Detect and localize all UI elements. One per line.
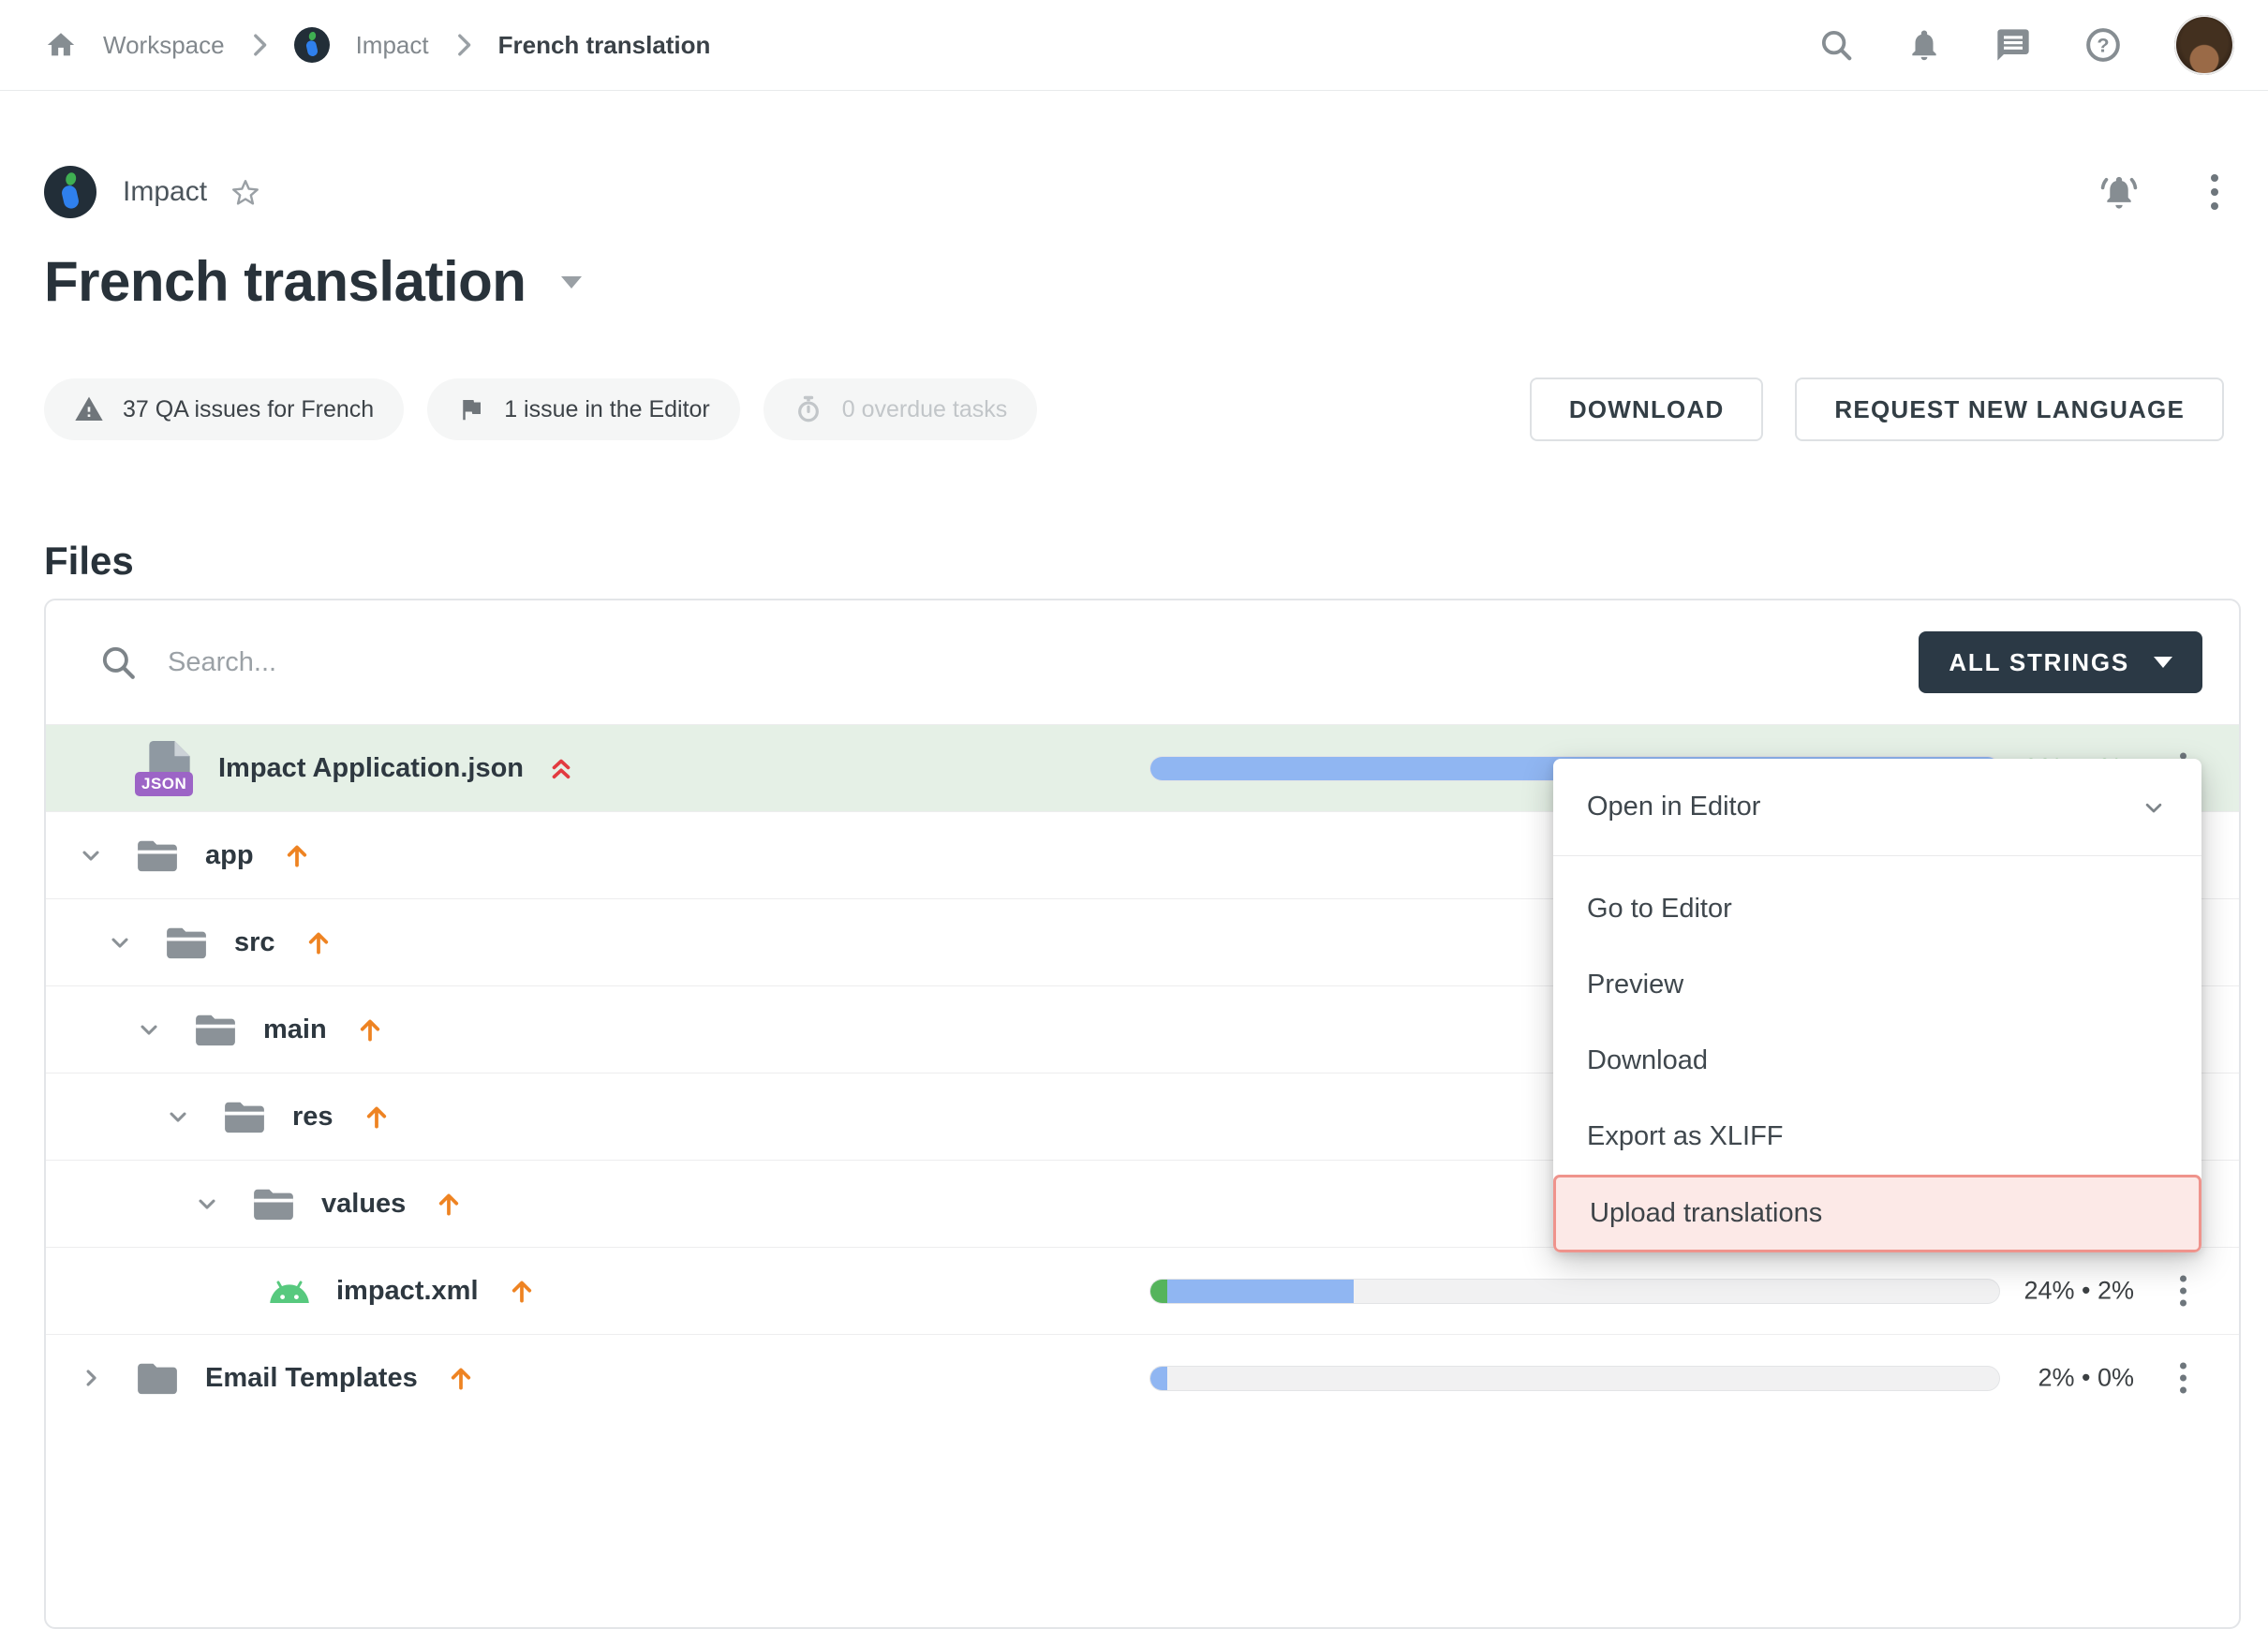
home-icon[interactable] [45, 29, 77, 61]
warning-icon [74, 394, 104, 424]
editor-issues-chip[interactable]: 1 issue in the Editor [427, 378, 740, 440]
chevron-down-icon[interactable] [107, 929, 133, 955]
upload-arrow-icon[interactable] [446, 1363, 476, 1393]
chevron-down-icon[interactable] [78, 842, 104, 868]
download-button[interactable]: DOWNLOAD [1530, 378, 1764, 441]
upload-arrow-icon[interactable] [355, 1014, 385, 1044]
svg-text:?: ? [2097, 34, 2109, 57]
folder-open-icon [136, 837, 179, 873]
folder-open-icon [223, 1099, 266, 1134]
editor-issues-label: 1 issue in the Editor [504, 396, 710, 423]
chevron-right-icon [455, 32, 472, 58]
upload-arrow-icon[interactable] [507, 1276, 537, 1306]
topbar: Workspace Impact French translation ? [0, 0, 2268, 91]
breadcrumb-project[interactable]: Impact [356, 31, 429, 60]
menu-item-export-as-xliff[interactable]: Export as XLIFF [1553, 1099, 2201, 1175]
project-logo [44, 166, 96, 218]
chevron-down-icon [2140, 793, 2168, 822]
folder-name[interactable]: values [321, 1189, 406, 1220]
search-icon [98, 643, 138, 682]
chevron-down-icon[interactable] [194, 1191, 220, 1217]
progress-bar [1149, 1279, 2000, 1304]
page-title: French translation [44, 246, 526, 318]
menu-item-go-to-editor[interactable]: Go to Editor [1553, 871, 2201, 947]
menu-item-preview[interactable]: Preview [1553, 947, 2201, 1023]
qa-issues-label: 37 QA issues for French [123, 396, 374, 423]
overdue-tasks-label: 0 overdue tasks [842, 396, 1008, 423]
help-icon[interactable]: ? [2084, 26, 2122, 64]
messages-icon[interactable] [1994, 26, 2032, 64]
file-name[interactable]: Impact Application.json [218, 753, 524, 784]
topbar-actions: ? [1818, 15, 2234, 75]
json-file-icon: JSON [143, 741, 192, 795]
chevron-down-icon[interactable] [165, 1103, 191, 1130]
search-icon[interactable] [1818, 27, 1854, 63]
breadcrumb: Workspace Impact French translation [45, 27, 710, 63]
table-row-impact-xml[interactable]: impact.xml 24% • 2% [46, 1247, 2239, 1334]
project-header: Impact French translation 37 QA issues f… [0, 166, 2268, 441]
row-kebab-menu[interactable] [2176, 1272, 2190, 1311]
files-toolbar: ALL STRINGS [46, 600, 2239, 724]
row-kebab-menu[interactable] [2176, 1359, 2190, 1398]
progress-bar [1149, 1366, 2000, 1391]
request-new-language-button[interactable]: REQUEST NEW LANGUAGE [1795, 378, 2224, 441]
folder-name[interactable]: src [234, 927, 275, 958]
chevron-right-icon[interactable] [78, 1365, 104, 1391]
upload-arrow-icon[interactable] [304, 927, 334, 957]
menu-item-label: Open in Editor [1587, 792, 1760, 822]
breadcrumb-workspace[interactable]: Workspace [103, 31, 225, 60]
notifications-bell-icon[interactable] [1906, 27, 1942, 63]
menu-item-open-in-editor[interactable]: Open in Editor [1553, 759, 2201, 856]
title-dropdown-caret[interactable] [561, 276, 582, 289]
upload-arrow-icon[interactable] [362, 1102, 392, 1132]
progress-label: 24% • 2% [2023, 1277, 2134, 1306]
project-kebab-menu[interactable] [2205, 169, 2224, 215]
folder-open-icon [165, 925, 208, 960]
overdue-tasks-chip[interactable]: 0 overdue tasks [763, 378, 1038, 440]
file-name[interactable]: impact.xml [336, 1276, 479, 1307]
chevron-down-icon[interactable] [136, 1016, 162, 1043]
qa-issues-chip[interactable]: 37 QA issues for French [44, 378, 404, 440]
folder-name[interactable]: res [292, 1102, 334, 1133]
project-notifications-bell-icon[interactable] [2098, 171, 2140, 213]
high-priority-icon [548, 754, 574, 782]
folder-name[interactable]: app [205, 840, 254, 871]
menu-item-upload-translations[interactable]: Upload translations [1553, 1175, 2201, 1252]
android-file-icon [267, 1275, 312, 1307]
flag-icon [457, 395, 485, 423]
stopwatch-icon [793, 394, 823, 424]
project-name: Impact [123, 176, 207, 208]
chevron-right-icon [251, 32, 268, 58]
upload-arrow-icon[interactable] [282, 840, 312, 870]
avatar[interactable] [2174, 15, 2234, 75]
status-chips: 37 QA issues for French 1 issue in the E… [44, 378, 1037, 440]
menu-list: Go to Editor Preview Download Export as … [1553, 856, 2201, 1252]
star-icon[interactable] [230, 176, 261, 208]
folder-icon [136, 1360, 179, 1396]
folder-name[interactable]: main [263, 1014, 327, 1045]
breadcrumb-current: French translation [498, 31, 711, 60]
upload-arrow-icon[interactable] [434, 1189, 464, 1219]
progress-label: 2% • 0% [2038, 1364, 2134, 1393]
json-badge: JSON [135, 772, 193, 796]
folder-name[interactable]: Email Templates [205, 1363, 418, 1394]
table-row-folder-email-templates[interactable]: Email Templates 2% • 0% [46, 1334, 2239, 1421]
all-strings-filter-button[interactable]: ALL STRINGS [1919, 631, 2202, 693]
file-context-menu: Open in Editor Go to Editor Preview Down… [1553, 759, 2201, 1252]
folder-open-icon [252, 1186, 295, 1222]
folder-open-icon [194, 1012, 237, 1047]
search-input[interactable] [168, 647, 1919, 678]
chevron-down-icon [2154, 657, 2172, 668]
files-heading: Files [0, 540, 2268, 583]
menu-item-download[interactable]: Download [1553, 1023, 2201, 1099]
all-strings-label: ALL STRINGS [1949, 648, 2129, 677]
project-logo [294, 27, 330, 63]
